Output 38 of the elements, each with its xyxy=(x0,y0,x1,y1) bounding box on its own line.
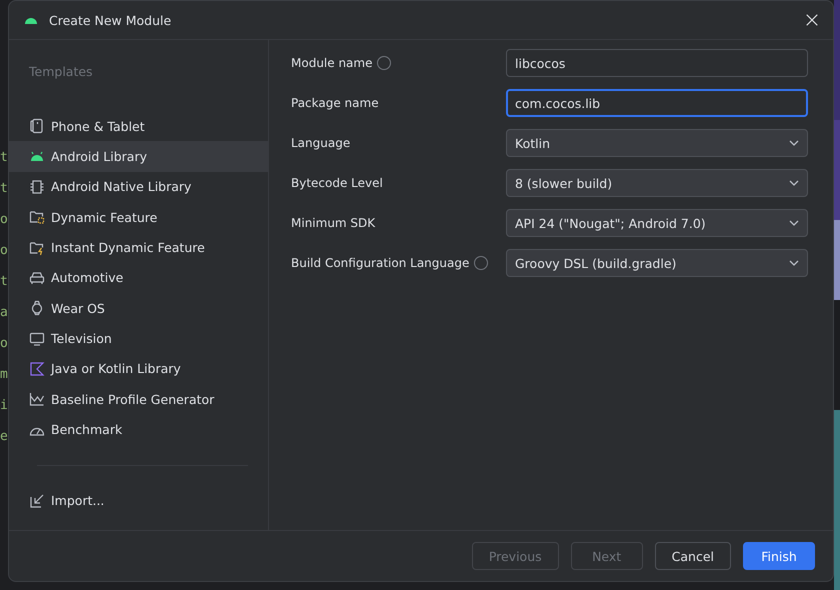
field-label: Minimum SDK xyxy=(291,216,376,230)
code-fragment: e xyxy=(0,429,8,444)
code-fragment: a xyxy=(0,305,8,320)
field-label: Build Configuration Language xyxy=(291,256,470,270)
code-fragment: m xyxy=(0,367,8,382)
template-item[interactable]: Television xyxy=(9,323,268,354)
text-field[interactable]: com.cocos.lib xyxy=(506,89,808,117)
template-item[interactable]: Automotive xyxy=(9,262,268,294)
text-field[interactable]: libcocos xyxy=(506,49,808,77)
field-label: Language xyxy=(291,136,350,150)
code-fragment: t xyxy=(0,181,8,196)
import-item[interactable]: Import... xyxy=(9,486,268,516)
dropdown[interactable]: Kotlin xyxy=(506,129,808,157)
code-fragment: i xyxy=(0,398,8,413)
template-item[interactable]: Phone & Tablet xyxy=(9,111,268,142)
dialog-button[interactable]: Finish xyxy=(743,542,815,570)
template-item[interactable]: Android Native Library xyxy=(9,172,268,202)
dropdown[interactable]: Groovy DSL (build.gradle) xyxy=(506,249,808,277)
field-label: Package name xyxy=(291,96,379,110)
template-item[interactable]: Dynamic Feature xyxy=(9,202,268,232)
template-item[interactable]: Baseline Profile Generator xyxy=(9,384,268,414)
window-title: Create New Module xyxy=(49,12,172,28)
code-fragment: o xyxy=(0,243,8,258)
dropdown[interactable]: 8 (slower build) xyxy=(506,169,808,197)
field-label: Module name xyxy=(291,56,372,70)
field-label: Bytecode Level xyxy=(291,176,383,190)
code-fragment: o xyxy=(0,336,8,351)
template-item[interactable]: Instant Dynamic Feature xyxy=(9,232,268,263)
dropdown[interactable]: API 24 ("Nougat"; Android 7.0) xyxy=(506,209,808,237)
code-fragment: t xyxy=(0,274,8,289)
code-fragment: o xyxy=(0,212,8,227)
template-item[interactable]: Java or Kotlin Library xyxy=(9,354,268,384)
template-item[interactable]: Wear OS xyxy=(9,293,268,324)
template-item[interactable]: Benchmark xyxy=(9,414,268,445)
dialog-button[interactable]: Cancel xyxy=(654,542,731,570)
template-item[interactable]: Android Library xyxy=(9,141,268,172)
code-fragment: t xyxy=(0,150,8,165)
sidebar-heading: Templates xyxy=(28,63,94,81)
